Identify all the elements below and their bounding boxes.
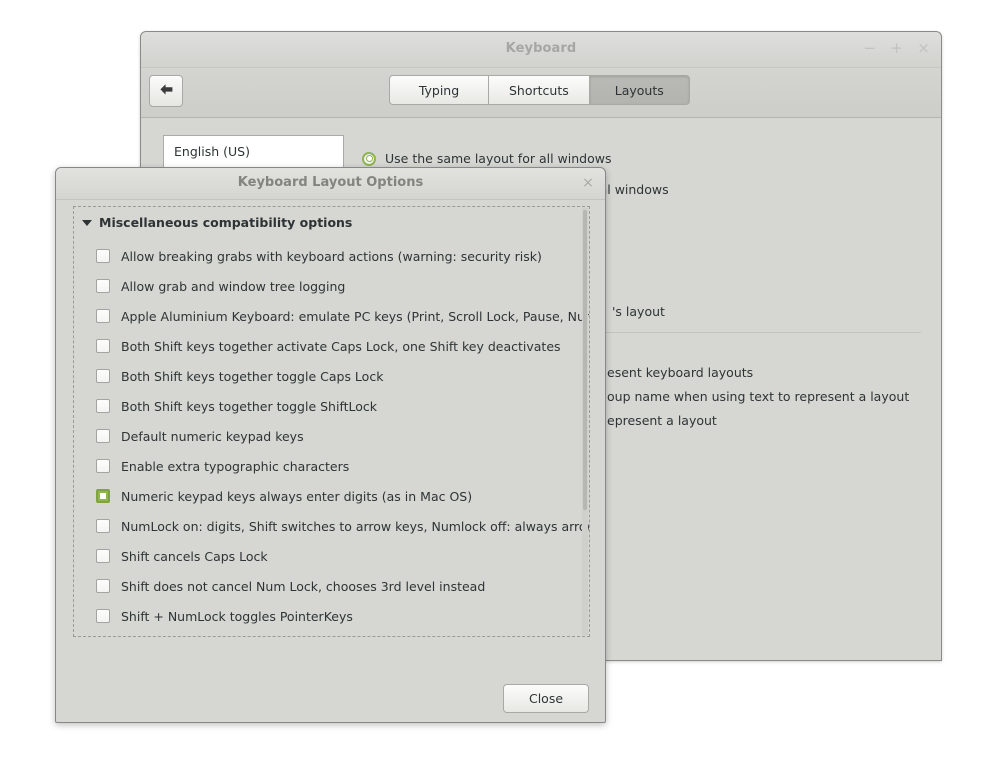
checkbox-unchecked-icon[interactable] — [96, 429, 110, 443]
option-row-special-keys-in-server[interactable]: Special keys (Ctrl+Alt+<key>) handled in… — [74, 631, 589, 636]
option-row-shift-cancels-caps-lock[interactable]: Shift cancels Caps Lock — [74, 541, 589, 571]
option-label: Shift cancels Caps Lock — [121, 548, 268, 564]
dialog-titlebar[interactable]: Keyboard Layout Options × — [56, 168, 605, 200]
option-row-numeric-keypad-always-digits[interactable]: Numeric keypad keys always enter digits … — [74, 481, 589, 511]
option-label: Both Shift keys together toggle Caps Loc… — [121, 368, 384, 384]
option-row-both-shift-activate-caps-lock[interactable]: Both Shift keys together activate Caps L… — [74, 331, 589, 361]
option-row-shift-does-not-cancel-num-lock[interactable]: Shift does not cancel Num Lock, chooses … — [74, 571, 589, 601]
option-row-allow-breaking-grabs[interactable]: Allow breaking grabs with keyboard actio… — [74, 241, 589, 271]
checkbox-unchecked-icon[interactable] — [96, 369, 110, 383]
list-item-english-us[interactable]: English (US) — [164, 136, 343, 159]
group-header-label: Miscellaneous compatibility options — [99, 215, 353, 230]
tab-typing[interactable]: Typing — [389, 75, 489, 105]
radio-selected-icon — [362, 151, 376, 166]
occluded-text-2: esent keyboard layouts — [607, 365, 754, 380]
checkbox-unchecked-icon[interactable] — [96, 609, 110, 623]
tab-layouts[interactable]: Layouts — [589, 75, 690, 105]
option-row-default-numeric-keypad-keys[interactable]: Default numeric keypad keys — [74, 421, 589, 451]
option-row-both-shift-toggle-shiftlock[interactable]: Both Shift keys together toggle ShiftLoc… — [74, 391, 589, 421]
checkbox-unchecked-icon[interactable] — [96, 309, 110, 323]
radio-same-layout[interactable]: Use the same layout for all windows — [362, 151, 611, 166]
option-label: Shift does not cancel Num Lock, chooses … — [121, 578, 486, 594]
options-scroll-area[interactable]: Miscellaneous compatibility options Allo… — [73, 206, 590, 637]
window-controls: − + × — [862, 39, 931, 57]
triangle-down-icon — [82, 219, 92, 226]
vertical-scrollbar[interactable] — [582, 208, 588, 635]
checkbox-unchecked-icon[interactable] — [96, 279, 110, 293]
option-row-allow-grab-logging[interactable]: Allow grab and window tree logging — [74, 271, 589, 301]
option-row-shift-numlock-pointerkeys[interactable]: Shift + NumLock toggles PointerKeys — [74, 601, 589, 631]
scrollbar-thumb[interactable] — [583, 210, 587, 510]
checkbox-checked-icon[interactable] — [96, 489, 110, 503]
option-row-numlock-on-digits[interactable]: NumLock on: digits, Shift switches to ar… — [74, 511, 589, 541]
back-arrow-icon — [159, 83, 174, 99]
option-label: Allow breaking grabs with keyboard actio… — [121, 248, 542, 264]
option-label: Default numeric keypad keys — [121, 428, 304, 444]
close-icon[interactable]: × — [916, 39, 931, 57]
occluded-text-1: 's layout — [612, 304, 665, 319]
option-row-apple-aluminium-keyboard[interactable]: Apple Aluminium Keyboard: emulate PC key… — [74, 301, 589, 331]
option-row-extra-typographic-characters[interactable]: Enable extra typographic characters — [74, 451, 589, 481]
checkbox-unchecked-icon[interactable] — [96, 519, 110, 533]
option-label: Apple Aluminium Keyboard: emulate PC key… — [121, 308, 590, 324]
option-label: Both Shift keys together activate Caps L… — [121, 338, 561, 354]
dialog-title: Keyboard Layout Options — [237, 175, 424, 190]
keyboard-layout-options-dialog: Keyboard Layout Options × Miscellaneous … — [55, 167, 606, 723]
options-list: Allow breaking grabs with keyboard actio… — [74, 241, 589, 636]
maximize-icon[interactable]: + — [889, 39, 904, 57]
option-label: Both Shift keys together toggle ShiftLoc… — [121, 398, 378, 414]
close-button[interactable]: Close — [503, 684, 589, 713]
option-label: Enable extra typographic characters — [121, 458, 350, 474]
radio-same-layout-label: Use the same layout for all windows — [385, 151, 612, 166]
checkbox-unchecked-icon[interactable] — [96, 459, 110, 473]
option-label: NumLock on: digits, Shift switches to ar… — [121, 518, 589, 534]
checkbox-unchecked-icon[interactable] — [96, 549, 110, 563]
keyboard-window-title: Keyboard — [505, 41, 577, 56]
dialog-close-icon[interactable]: × — [580, 174, 596, 192]
checkbox-unchecked-icon[interactable] — [96, 249, 110, 263]
minimize-icon[interactable]: − — [862, 39, 877, 57]
option-label: Numeric keypad keys always enter digits … — [121, 488, 473, 504]
tab-bar: Typing Shortcuts Layouts — [389, 75, 690, 105]
checkbox-unchecked-icon[interactable] — [96, 339, 110, 353]
option-row-both-shift-toggle-caps-lock[interactable]: Both Shift keys together toggle Caps Loc… — [74, 361, 589, 391]
back-button[interactable] — [149, 75, 183, 107]
checkbox-unchecked-icon[interactable] — [96, 579, 110, 593]
checkbox-unchecked-icon[interactable] — [96, 399, 110, 413]
tab-shortcuts[interactable]: Shortcuts — [489, 75, 590, 105]
occluded-text-3: oup name when using text to represent a … — [607, 389, 910, 404]
option-label: Allow grab and window tree logging — [121, 278, 346, 294]
keyboard-toolbar: Typing Shortcuts Layouts — [141, 68, 941, 118]
group-header-misc-compatibility[interactable]: Miscellaneous compatibility options — [82, 215, 352, 230]
keyboard-window-titlebar[interactable]: Keyboard − + × — [141, 32, 941, 68]
occluded-text-4: epresent a layout — [607, 413, 717, 428]
option-label: Shift + NumLock toggles PointerKeys — [121, 608, 353, 624]
